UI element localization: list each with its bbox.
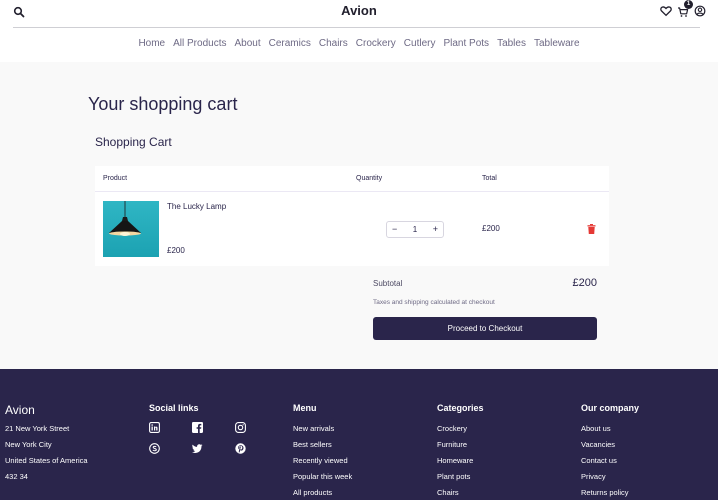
address-line: United States of America — [5, 456, 88, 465]
footer-link-popular-this-week[interactable]: Popular this week — [293, 472, 352, 488]
header-divider — [13, 27, 700, 28]
tax-note: Taxes and shipping calculated at checkou… — [373, 299, 495, 306]
row-total: £200 — [482, 224, 500, 233]
quantity-decrease-button[interactable]: − — [392, 225, 397, 234]
quantity-value[interactable]: 1 — [413, 225, 417, 234]
nav-item-tables[interactable]: Tables — [493, 38, 530, 49]
address-line: New York City — [5, 440, 52, 449]
site-header: Avion 1 Home All Products About Ceramics… — [0, 0, 718, 62]
quantity-stepper: − 1 + — [386, 221, 444, 238]
nav-item-plant-pots[interactable]: Plant Pots — [439, 38, 493, 49]
facebook-icon[interactable] — [192, 422, 203, 433]
footer-link-new-arrivals[interactable]: New arrivals — [293, 424, 352, 440]
footer-link-best-sellers[interactable]: Best sellers — [293, 440, 352, 456]
trash-icon[interactable] — [587, 224, 596, 234]
product-price: £200 — [167, 246, 185, 255]
skype-icon[interactable] — [149, 443, 160, 454]
footer-link-vacancies[interactable]: Vacancies — [581, 440, 629, 456]
cart-button[interactable]: 1 — [677, 0, 693, 17]
nav-item-tableware[interactable]: Tableware — [530, 38, 584, 49]
main-nav: Home All Products About Ceramics Chairs … — [0, 38, 718, 49]
lamp-image — [109, 201, 141, 236]
footer-link-all-products[interactable]: All products — [293, 488, 352, 500]
footer-link-contact-us[interactable]: Contact us — [581, 456, 629, 472]
menu-heading: Menu — [293, 403, 317, 413]
subtotal-value: £200 — [572, 277, 597, 289]
instagram-icon[interactable] — [235, 422, 246, 433]
footer-link-crockery[interactable]: Crockery — [437, 424, 473, 440]
cart-section-title: Shopping Cart — [95, 135, 172, 149]
cart-table: Product Quantity Total The Lucky Lamp £2… — [95, 166, 609, 266]
footer-link-privacy[interactable]: Privacy — [581, 472, 629, 488]
twitter-icon[interactable] — [192, 443, 203, 454]
footer-address: 21 New York Street New York City United … — [5, 424, 88, 488]
brand-logo[interactable]: Avion — [0, 3, 718, 18]
footer-link-returns-policy[interactable]: Returns policy — [581, 488, 629, 500]
nav-item-home[interactable]: Home — [134, 38, 169, 49]
address-line: 432 34 — [5, 472, 28, 481]
nav-item-ceramics[interactable]: Ceramics — [265, 38, 315, 49]
footer-link-furniture[interactable]: Furniture — [437, 440, 473, 456]
product-name[interactable]: The Lucky Lamp — [167, 202, 226, 211]
quantity-increase-button[interactable]: + — [433, 225, 438, 234]
footer-company: About us Vacancies Contact us Privacy Re… — [581, 424, 629, 500]
footer-link-homeware[interactable]: Homeware — [437, 456, 473, 472]
nav-item-cutlery[interactable]: Cutlery — [400, 38, 440, 49]
nav-item-all-products[interactable]: All Products — [169, 38, 230, 49]
social-heading: Social links — [149, 403, 199, 413]
subtotal-label: Subtotal — [373, 279, 403, 288]
product-image[interactable] — [103, 201, 159, 257]
footer-link-plant-pots[interactable]: Plant pots — [437, 472, 473, 488]
footer-link-about-us[interactable]: About us — [581, 424, 629, 440]
checkout-button[interactable]: Proceed to Checkout — [373, 317, 597, 340]
footer-menu: New arrivals Best sellers Recently viewe… — [293, 424, 352, 500]
column-header-product: Product — [103, 175, 128, 182]
nav-item-about[interactable]: About — [230, 38, 264, 49]
column-header-quantity: Quantity — [356, 175, 383, 182]
footer-categories: Crockery Furniture Homeware Plant pots C… — [437, 424, 473, 500]
column-header-total: Total — [482, 175, 497, 182]
company-heading: Our company — [581, 403, 640, 413]
nav-item-chairs[interactable]: Chairs — [315, 38, 352, 49]
heart-icon[interactable] — [660, 5, 672, 17]
pinterest-icon[interactable] — [235, 443, 246, 454]
footer-link-recently-viewed[interactable]: Recently viewed — [293, 456, 352, 472]
footer-link-chairs[interactable]: Chairs — [437, 488, 473, 500]
header-actions: 1 — [660, 0, 706, 17]
footer-brand: Avion — [5, 403, 35, 417]
nav-item-crockery[interactable]: Crockery — [352, 38, 400, 49]
cart-count-badge: 1 — [684, 0, 693, 9]
page-title: Your shopping cart — [88, 94, 238, 114]
categories-heading: Categories — [437, 403, 484, 413]
user-icon[interactable] — [694, 5, 706, 17]
site-footer: Avion 21 New York Street New York City U… — [0, 369, 718, 500]
linkedin-icon[interactable] — [149, 422, 160, 433]
cart-page: Your shopping cart Shopping Cart Product… — [0, 62, 718, 369]
address-line: 21 New York Street — [5, 424, 70, 433]
cart-table-header: Product Quantity Total — [95, 166, 609, 192]
